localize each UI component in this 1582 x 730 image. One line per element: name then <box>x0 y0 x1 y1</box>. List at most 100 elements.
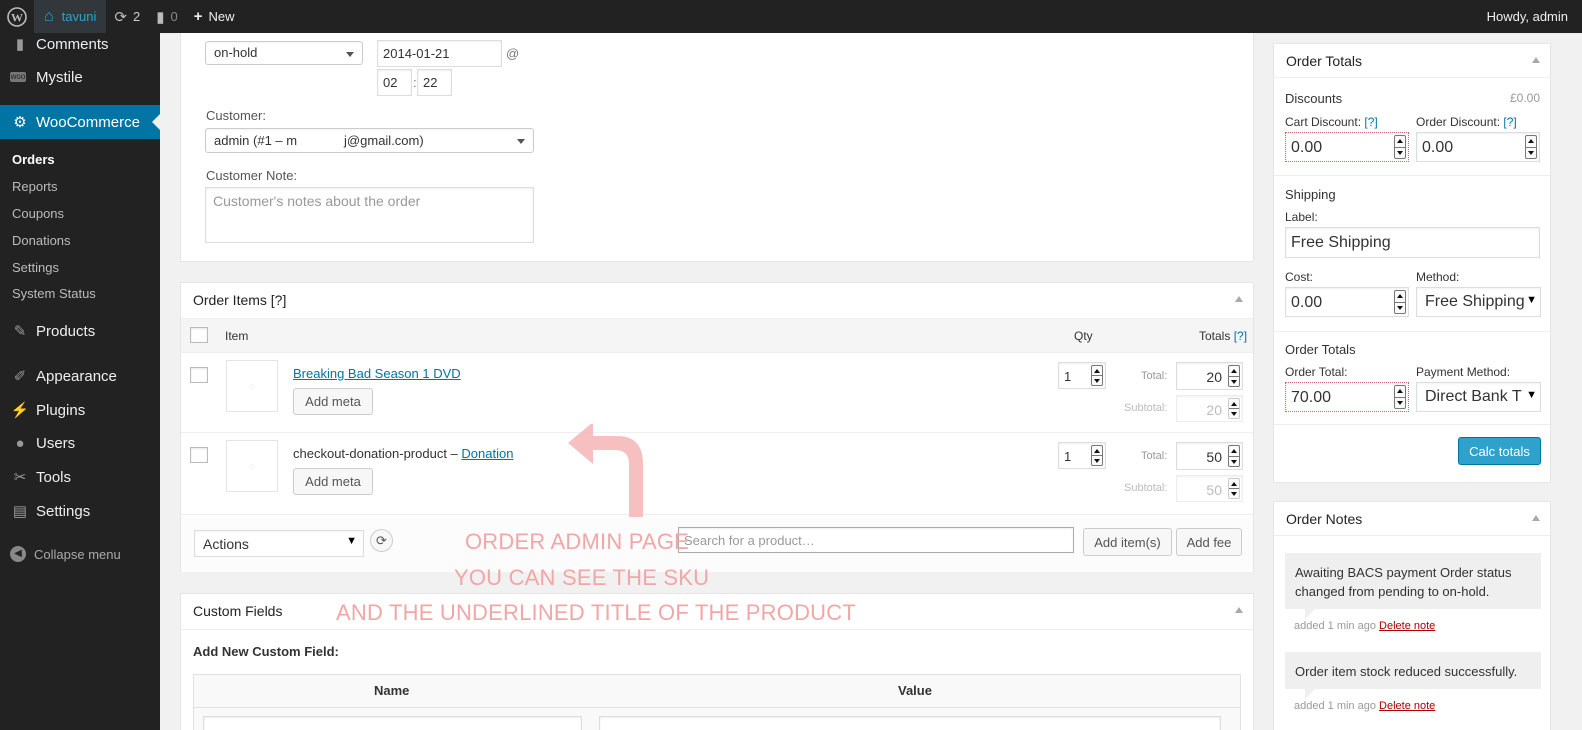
spinner[interactable] <box>1394 385 1406 409</box>
order-items-title: Order Items [?] <box>181 283 1253 319</box>
spinner[interactable] <box>1394 135 1406 159</box>
shipping-method-select[interactable]: Free Shipping ▼ <box>1416 287 1541 317</box>
customer-note-textarea[interactable]: Customer's notes about the order <box>205 187 534 243</box>
delete-note-link[interactable]: Delete note <box>1379 700 1435 712</box>
toggle-arrow-icon[interactable] <box>1235 296 1243 302</box>
custom-field-table: Name Value <box>193 674 1241 730</box>
cart-discount-label: Cart Discount: [?] <box>1285 115 1378 129</box>
pin-icon: ✎ <box>13 323 27 340</box>
product-search-input[interactable]: Search for a product… <box>678 527 1074 553</box>
sidebar-item-products[interactable]: ✎ Products <box>0 314 160 348</box>
collapse-menu-button[interactable]: ◀ Collapse menu <box>10 546 121 562</box>
site-name: tavuni <box>61 9 97 24</box>
discounts-heading: Discounts <box>1285 91 1343 106</box>
account-menu[interactable]: Howdy, admin <box>1479 0 1582 33</box>
sidebar-item-plugins[interactable]: ⚡ Plugins <box>0 393 160 427</box>
apply-action-button[interactable]: ⟳ <box>370 529 393 552</box>
line-total-input[interactable]: 20 <box>1176 362 1243 390</box>
calc-totals-button[interactable]: Calc totals <box>1458 437 1541 465</box>
toggle-arrow-icon[interactable] <box>1532 57 1540 63</box>
order-discount-input[interactable]: 0.00 <box>1416 132 1540 162</box>
submenu-system-status[interactable]: System Status <box>12 286 96 301</box>
order-hour-input[interactable]: 02 <box>377 69 412 96</box>
help-link[interactable]: [?] <box>1364 115 1377 129</box>
updates-count: 2 <box>132 9 141 24</box>
qty-input[interactable]: 1 <box>1058 442 1106 469</box>
add-items-button[interactable]: Add item(s) <box>1083 528 1172 556</box>
qty-input[interactable]: 1 <box>1058 362 1106 389</box>
custom-field-value-input[interactable] <box>599 716 1221 730</box>
user-icon: ● <box>15 434 25 452</box>
order-status-select[interactable]: on-hold <box>205 41 363 65</box>
add-new-custom-field-label: Add New Custom Field: <box>193 644 339 659</box>
submenu-orders[interactable]: Orders <box>12 152 55 167</box>
subtotal-spinner[interactable] <box>1228 398 1240 419</box>
sidebar-item-appearance[interactable]: ✐ Appearance <box>0 359 160 393</box>
qty-spinner[interactable] <box>1091 445 1103 466</box>
submenu-settings[interactable]: Settings <box>12 260 59 275</box>
new-content-link[interactable]: + New <box>186 0 243 33</box>
line-subtotal-input[interactable]: 50 <box>1176 475 1243 502</box>
sidebar-item-label: WooCommerce <box>36 113 140 131</box>
order-total-input[interactable]: 70.00 <box>1285 382 1409 412</box>
submenu-coupons[interactable]: Coupons <box>12 206 64 221</box>
sidebar-item-tools[interactable]: ✂ Tools <box>0 460 160 494</box>
line-subtotal-input[interactable]: 20 <box>1176 395 1243 422</box>
payment-method-select[interactable]: Direct Bank T ▼ <box>1416 382 1541 412</box>
toggle-arrow-icon[interactable] <box>1532 515 1540 521</box>
row-checkbox[interactable] <box>190 367 208 383</box>
custom-field-name-input[interactable] <box>203 716 582 730</box>
total-label: Total: <box>1141 370 1168 382</box>
cart-discount-input[interactable]: 0.00 <box>1285 132 1409 162</box>
shipping-cost-input[interactable]: 0.00 <box>1285 287 1409 317</box>
product-link[interactable]: Donation <box>461 446 513 461</box>
submenu-donations[interactable]: Donations <box>12 233 71 248</box>
sidebar-item-users[interactable]: ● Users <box>0 426 160 460</box>
add-fee-button[interactable]: Add fee <box>1176 528 1242 556</box>
sidebar-item-woocommerce[interactable]: ⚙ WooCommerce <box>0 105 160 139</box>
dropdown-arrow-icon: ▼ <box>1524 389 1537 401</box>
sidebar-item-mystile[interactable]: woo Mystile <box>0 60 160 94</box>
line-total-input[interactable]: 50 <box>1176 442 1243 470</box>
spinner[interactable] <box>1394 290 1406 314</box>
help-link[interactable]: [?] <box>1503 115 1516 129</box>
select-all-checkbox[interactable] <box>190 327 208 343</box>
add-meta-button[interactable]: Add meta <box>293 468 373 495</box>
order-minute-input[interactable]: 22 <box>417 69 452 96</box>
annotation-line-1: ORDER ADMIN PAGE <box>465 529 690 554</box>
column-value: Value <box>898 683 932 698</box>
submenu-reports[interactable]: Reports <box>12 179 58 194</box>
new-label: New <box>208 9 235 24</box>
customer-select[interactable]: admin (#1 – m j@gmail.com) <box>205 128 534 153</box>
order-date-input[interactable]: 2014-01-21 <box>377 40 502 67</box>
method-label: Method: <box>1416 270 1460 284</box>
add-meta-button[interactable]: Add meta <box>293 388 373 415</box>
order-note: Order item stock reduced successfully. <box>1285 652 1541 699</box>
bulk-actions-select[interactable]: Actions ▼ <box>194 530 364 557</box>
totals-help-link[interactable]: [?] <box>1234 329 1247 343</box>
shipping-label-input[interactable]: Free Shipping <box>1285 227 1540 258</box>
order-total-value: 70.00 <box>1291 389 1332 406</box>
qty-spinner[interactable] <box>1091 365 1103 386</box>
spinner[interactable] <box>1525 135 1537 159</box>
comments-count: 0 <box>170 9 178 24</box>
cart-discount-text: Cart Discount: <box>1285 115 1362 129</box>
total-spinner[interactable] <box>1228 445 1240 467</box>
delete-note-link[interactable]: Delete note <box>1379 620 1435 632</box>
toggle-arrow-icon[interactable] <box>1235 607 1243 613</box>
row-checkbox[interactable] <box>190 447 208 463</box>
chevron-down-icon <box>346 52 354 57</box>
woo-icon: woo <box>10 72 26 82</box>
subtotal-spinner[interactable] <box>1228 478 1240 499</box>
customer-label: Customer: <box>206 108 266 123</box>
order-note: Awaiting BACS payment Order status chang… <box>1285 553 1541 619</box>
product-link[interactable]: Breaking Bad Season 1 DVD <box>293 366 461 381</box>
sidebar-item-comments[interactable]: ▮ Comments <box>0 27 160 61</box>
at-symbol: @ <box>506 46 520 61</box>
sidebar-item-settings[interactable]: ▤ Settings <box>0 494 160 528</box>
sidebar-item-label: Plugins <box>36 401 86 419</box>
total-spinner[interactable] <box>1228 365 1240 387</box>
qty-value: 1 <box>1064 449 1072 464</box>
sidebar-item-label: Settings <box>36 502 91 520</box>
order-status-value: on-hold <box>214 45 258 60</box>
